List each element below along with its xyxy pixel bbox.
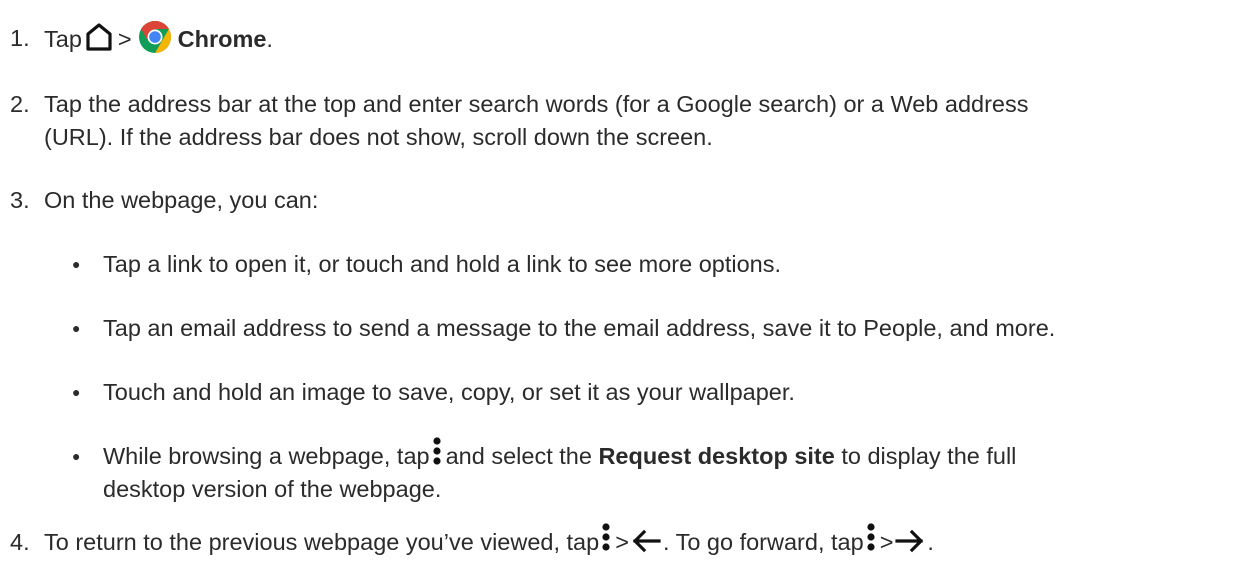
chrome-icon [138,20,172,54]
step-3: 3. On the webpage, you can: [0,186,600,214]
step-2: 2. Tap the address bar at the top and en… [0,90,1244,150]
separator: > [615,529,629,555]
step-number: 1. [10,25,30,51]
bullet-text: Tap a link to open it, or touch and hold… [103,251,782,277]
step-4: 4. To return to the previous webpage you… [0,523,1244,562]
bullet-dot: ● [72,384,81,400]
bullet-dot: ● [72,448,81,464]
bullet-text-line-1: While browsing a webpage, tap and select … [103,437,1017,473]
tap-label: Tap [44,26,82,53]
bullet-dot: ● [72,256,81,272]
request-desktop-site-label: Request desktop site [598,443,835,469]
bullet-item: ● Tap an email address to send a message… [0,314,1244,342]
step-text-mid: . To go forward, tap [662,529,864,555]
step-text-line-1: Tap the address bar at the top and enter… [44,91,1029,117]
app-name: Chrome [177,26,267,53]
bullet-text-line-2: desktop version of the webpage. [103,476,442,502]
step-number: 3. [10,187,30,213]
three-dot-menu-icon [866,523,876,553]
three-dot-menu-icon [432,437,442,467]
bullet-item: ● Touch and hold an image to save, copy,… [0,378,1244,406]
home-icon [84,22,114,52]
separator: > [879,529,894,555]
step-text: To return to the previous webpage you’ve… [44,523,934,559]
step-text-line-2: (URL). If the address bar does not show,… [44,124,713,150]
bullet-text-mid: and select the [445,443,592,469]
bullet-text: Touch and hold an image to save, copy, o… [103,379,795,405]
step-number: 4. [10,529,30,555]
step-text-pre: To return to the previous webpage you’ve… [44,529,600,555]
bullet-text-post: to display the full [841,443,1017,469]
step-text: Tap > Chrome. [44,21,273,58]
bullet-dot: ● [72,320,81,336]
bullet-item: ● While browsing a webpage, tap and selec… [0,437,1244,506]
three-dot-menu-icon [601,523,611,553]
back-arrow-icon [631,529,661,553]
step-text: On the webpage, you can: [44,187,319,213]
step-number: 2. [10,91,30,117]
bullet-text-pre: While browsing a webpage, tap [103,443,430,469]
bullet-text: Tap an email address to send a message t… [103,315,1056,341]
forward-arrow-icon [895,529,925,553]
period: . [927,529,934,555]
period: . [266,26,273,53]
bullet-item: ● Tap a link to open it, or touch and ho… [0,250,1244,278]
separator: > [117,26,132,53]
step-1: 1. Tap > Chrome. [0,21,600,58]
